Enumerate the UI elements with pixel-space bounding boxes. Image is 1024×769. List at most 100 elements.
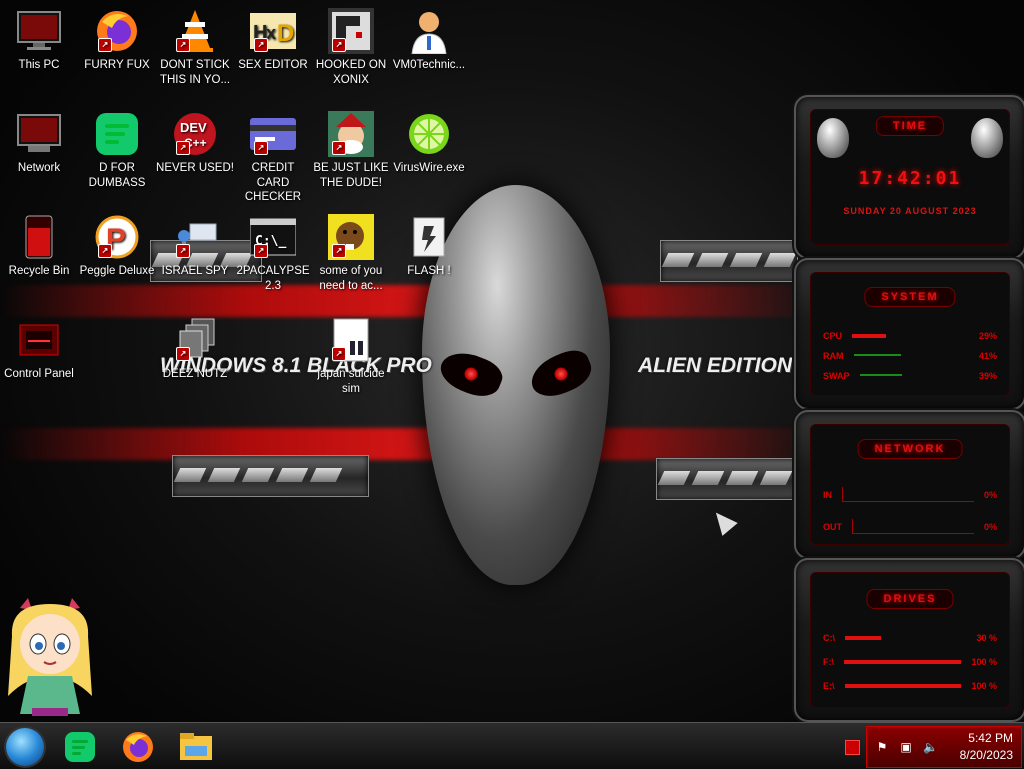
desktop-icon-sex-editor[interactable]: HxD ↗ SEX EDITOR (234, 8, 312, 73)
desktop-icon-credit-card-checker[interactable]: ↗ CREDIT CARD CHECKER (234, 111, 312, 205)
spy-icon: ↗ (172, 214, 218, 260)
desktop-icon-peggle-deluxe[interactable]: P ↗ Peggle Deluxe (78, 214, 156, 279)
cartoon-character-image (2, 596, 98, 718)
desktop-icon-this-pc[interactable]: This PC (0, 8, 78, 73)
system-widget: SYSTEM CPU 29% RAM 41% SWAP 39% (794, 258, 1024, 410)
desktop-icon-israel-spy[interactable]: ↗ ISRAEL SPY (156, 214, 234, 279)
desktop-icon-2pacalypse[interactable]: C:\_ ↗ 2PACALYPSE 2.3 (234, 214, 312, 293)
desktop-icon-d-for-dumbass[interactable]: D FOR DUMBASS (78, 111, 156, 190)
drive-f-bar-fill (844, 660, 962, 664)
wallpaper-red-band (0, 428, 820, 460)
desktop-icon-network[interactable]: Network (0, 111, 78, 176)
swap-label: SWAP (823, 371, 850, 381)
taskbar: ⚑ ▣ 🔈 5:42 PM 8/20/2023 (0, 722, 1024, 769)
desktop-icon-vm0technic[interactable]: VM0Technic... (390, 8, 468, 73)
firefox-icon (123, 732, 153, 762)
drives-widget: DRIVES C:\ 30 % F:\ 100 % E:\ 100 % (794, 558, 1024, 722)
clock-date: 8/20/2023 (959, 748, 1013, 762)
taskbar-clock[interactable]: 5:42 PM 8/20/2023 (960, 730, 1013, 764)
drive-f-bar (844, 660, 962, 664)
taskbar-chat-app-button[interactable] (60, 727, 100, 767)
beaver-icon: ↗ (328, 214, 374, 260)
elf-icon: ↗ (328, 111, 374, 157)
net-in-label: IN (823, 489, 832, 500)
system-widget-title: SYSTEM (864, 287, 956, 307)
devcpp-icon: DEV C++ ↗ (172, 111, 218, 157)
wallpaper-red-band (0, 285, 820, 317)
document-icon: ↗ (328, 317, 374, 363)
flash-icon (406, 214, 452, 260)
desktop-icon-deez-nutz[interactable]: ↗ DEEZ NUTZ (156, 317, 234, 382)
shortcut-arrow-icon: ↗ (176, 244, 190, 258)
hxd-editor-icon: HxD ↗ (250, 8, 296, 54)
net-out-row: OUT 0% (823, 519, 997, 534)
shortcut-arrow-icon: ↗ (254, 244, 268, 258)
shortcut-arrow-icon: ↗ (332, 244, 346, 258)
time-widget-date: SUNDAY 20 AUGUST 2023 (843, 206, 977, 216)
game-icon: ↗ (328, 8, 374, 54)
credit-card-icon: ↗ (250, 111, 296, 157)
lime-icon (406, 111, 452, 157)
action-center-flag-icon[interactable]: ⚑ (875, 740, 889, 754)
shortcut-arrow-icon: ↗ (332, 347, 346, 361)
terminal-icon: C:\_ ↗ (250, 214, 296, 260)
network-status-icon[interactable]: ▣ (899, 740, 913, 754)
net-in-graph (842, 487, 974, 502)
desktop-icon-control-panel[interactable]: Control Panel (0, 317, 78, 382)
time-widget-title: TIME (875, 116, 945, 136)
ram-row: RAM 41% (823, 351, 997, 361)
svg-text:D: D (277, 20, 294, 47)
desktop-icon-viruswire[interactable]: VirusWire.exe (390, 111, 468, 176)
time-widget-clock: 17:42:01 (858, 168, 962, 189)
drive-e-value: 100 % (971, 681, 997, 691)
alien-logo-icon (817, 118, 849, 158)
swap-row: SWAP 39% (823, 371, 997, 381)
desktop-icon-hooked-on-xonix[interactable]: ↗ HOOKED ON XONIX (312, 8, 390, 87)
net-out-label: OUT (823, 521, 842, 532)
shortcut-arrow-icon: ↗ (332, 141, 346, 155)
desktop-icon-never-used[interactable]: DEV C++ ↗ NEVER USED! (156, 111, 234, 176)
time-widget-panel: TIME 17:42:01 SUNDAY 20 AUGUST 2023 (810, 109, 1010, 245)
ram-bar-fill (853, 354, 901, 356)
desktop-icon-be-just-like-the-dude[interactable]: ↗ BE JUST LIKE THE DUDE! (312, 111, 390, 190)
desktop-icon-furry-fux[interactable]: ↗ FURRY FUX (78, 8, 156, 73)
drive-c-bar-fill (845, 636, 882, 640)
desktop-icon-japan-suicide-sim[interactable]: ↗ japan suicide sim (312, 317, 390, 396)
cpu-bar-fill (852, 334, 886, 338)
stack-icon: ↗ (172, 317, 218, 363)
chat-app-icon (94, 111, 140, 157)
volume-icon[interactable]: 🔈 (923, 740, 938, 754)
shortcut-arrow-icon: ↗ (254, 141, 268, 155)
desktop-icon-some-of-you[interactable]: ↗ some of you need to ac... (312, 214, 390, 293)
taskbar-file-explorer-button[interactable] (176, 727, 216, 767)
firefox-icon: ↗ (94, 8, 140, 54)
desktop-icon-dont-stick[interactable]: ↗ DONT STICK THIS IN YO... (156, 8, 234, 87)
desktop-icon-flash[interactable]: FLASH ! (390, 214, 468, 279)
desktop-icon-recycle-bin[interactable]: Recycle Bin (0, 214, 78, 279)
file-explorer-icon (180, 733, 212, 760)
ram-bar (853, 354, 969, 358)
taskbar-firefox-button[interactable] (118, 727, 158, 767)
drives-widget-panel: DRIVES C:\ 30 % F:\ 100 % E:\ 100 % (810, 572, 1010, 708)
shortcut-arrow-icon: ↗ (98, 38, 112, 52)
chat-app-icon (65, 732, 95, 762)
mouse-cursor-icon (708, 506, 738, 536)
shortcut-arrow-icon: ↗ (98, 244, 112, 258)
show-hidden-icons-button[interactable] (845, 740, 860, 755)
cpu-label: CPU (823, 331, 843, 341)
drive-c-label: C:\ (823, 633, 835, 643)
start-button[interactable] (6, 728, 44, 766)
drive-e-row: E:\ 100 % (823, 681, 997, 691)
drive-f-label: F:\ (823, 657, 834, 667)
net-out-value: 0% (983, 521, 997, 532)
net-out-graph (852, 519, 974, 534)
vlc-cone-icon: ↗ (172, 8, 218, 54)
drives-widget-title: DRIVES (866, 589, 954, 609)
swap-bar (859, 374, 969, 378)
drive-e-bar-fill (844, 684, 962, 688)
system-widget-panel: SYSTEM CPU 29% RAM 41% SWAP 39% (810, 272, 1010, 396)
network-widget-panel: NETWORK IN 0% OUT 0% (810, 424, 1010, 545)
peggle-icon: P ↗ (94, 214, 140, 260)
shortcut-arrow-icon: ↗ (176, 141, 190, 155)
shortcut-arrow-icon: ↗ (176, 347, 190, 361)
